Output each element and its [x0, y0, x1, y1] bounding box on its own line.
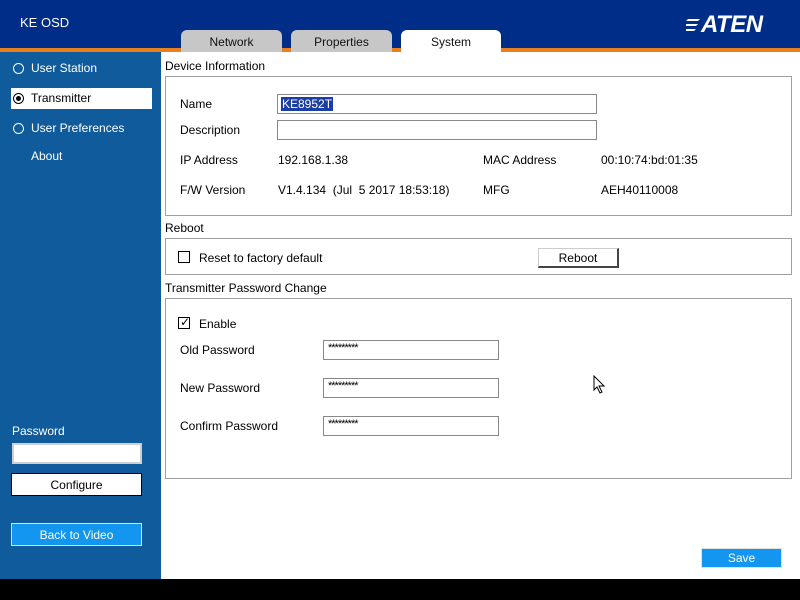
reset-factory-label: Reset to factory default [199, 251, 323, 265]
sidebar-item-transmitter[interactable]: Transmitter [11, 88, 152, 109]
back-to-video-button[interactable]: Back to Video [11, 523, 142, 546]
configure-button[interactable]: Configure [11, 473, 142, 496]
mac-address-label: MAC Address [483, 153, 557, 167]
checkmark-icon: ✓ [180, 315, 191, 329]
new-password-value: ********* [328, 380, 359, 392]
bottom-bar [0, 579, 800, 600]
save-button[interactable]: Save [701, 548, 782, 568]
sidebar-item-label: User Preferences [31, 121, 125, 135]
sidebar-item-user-preferences[interactable]: User Preferences [11, 118, 152, 139]
sidebar-item-label: About [31, 149, 63, 163]
tab-properties[interactable]: Properties [291, 30, 392, 52]
name-input[interactable]: KE8952T [277, 94, 597, 114]
reset-factory-checkbox[interactable] [178, 251, 190, 263]
tab-network[interactable]: Network [181, 30, 282, 52]
header-bar [0, 0, 800, 48]
new-password-label: New Password [180, 381, 261, 395]
mac-address-value: 00:10:74:bd:01:35 [601, 153, 698, 167]
confirm-password-value: ********* [328, 418, 359, 430]
sidebar-item-user-station[interactable]: User Station [11, 58, 152, 79]
fw-version-value: V1.4.134 (Jul 5 2017 18:53:18) [278, 183, 450, 197]
old-password-value: ********* [328, 342, 359, 354]
logo-text: ATEN [701, 11, 763, 38]
sidebar-password-label: Password [12, 424, 65, 438]
fw-version-label: F/W Version [180, 183, 246, 197]
sidebar-item-label: Transmitter [31, 91, 92, 105]
tab-system[interactable]: System [401, 30, 501, 54]
name-input-value: KE8952T [281, 97, 334, 111]
reboot-title: Reboot [165, 221, 204, 235]
enable-checkbox[interactable]: ✓ [178, 315, 191, 329]
name-label: Name [180, 97, 213, 111]
mouse-cursor-icon [593, 375, 606, 394]
sidebar-password-input[interactable] [12, 443, 142, 464]
device-info-title: Device Information [165, 59, 266, 73]
enable-label: Enable [199, 317, 237, 331]
reboot-button[interactable]: Reboot [538, 248, 619, 268]
aten-logo-icon [686, 19, 700, 31]
sidebar-item-label: User Station [31, 61, 98, 75]
aten-logo: ATEN [686, 9, 766, 41]
old-password-label: Old Password [180, 343, 255, 357]
new-password-input[interactable]: ********* [323, 378, 499, 398]
description-input[interactable] [277, 120, 597, 140]
radio-icon [13, 63, 24, 74]
app-title: KE OSD [20, 15, 70, 30]
mfg-label: MFG [483, 183, 510, 197]
radio-icon [13, 123, 24, 134]
radio-selected-icon [13, 93, 24, 104]
sidebar-item-about[interactable]: About [11, 146, 152, 167]
password-change-title: Transmitter Password Change [165, 281, 327, 295]
confirm-password-label: Confirm Password [180, 419, 279, 433]
old-password-input[interactable]: ********* [323, 340, 499, 360]
description-label: Description [180, 123, 241, 137]
ip-address-label: IP Address [180, 153, 238, 167]
confirm-password-input[interactable]: ********* [323, 416, 499, 436]
ip-address-value: 192.168.1.38 [278, 153, 349, 167]
mfg-value: AEH40110008 [601, 183, 679, 197]
